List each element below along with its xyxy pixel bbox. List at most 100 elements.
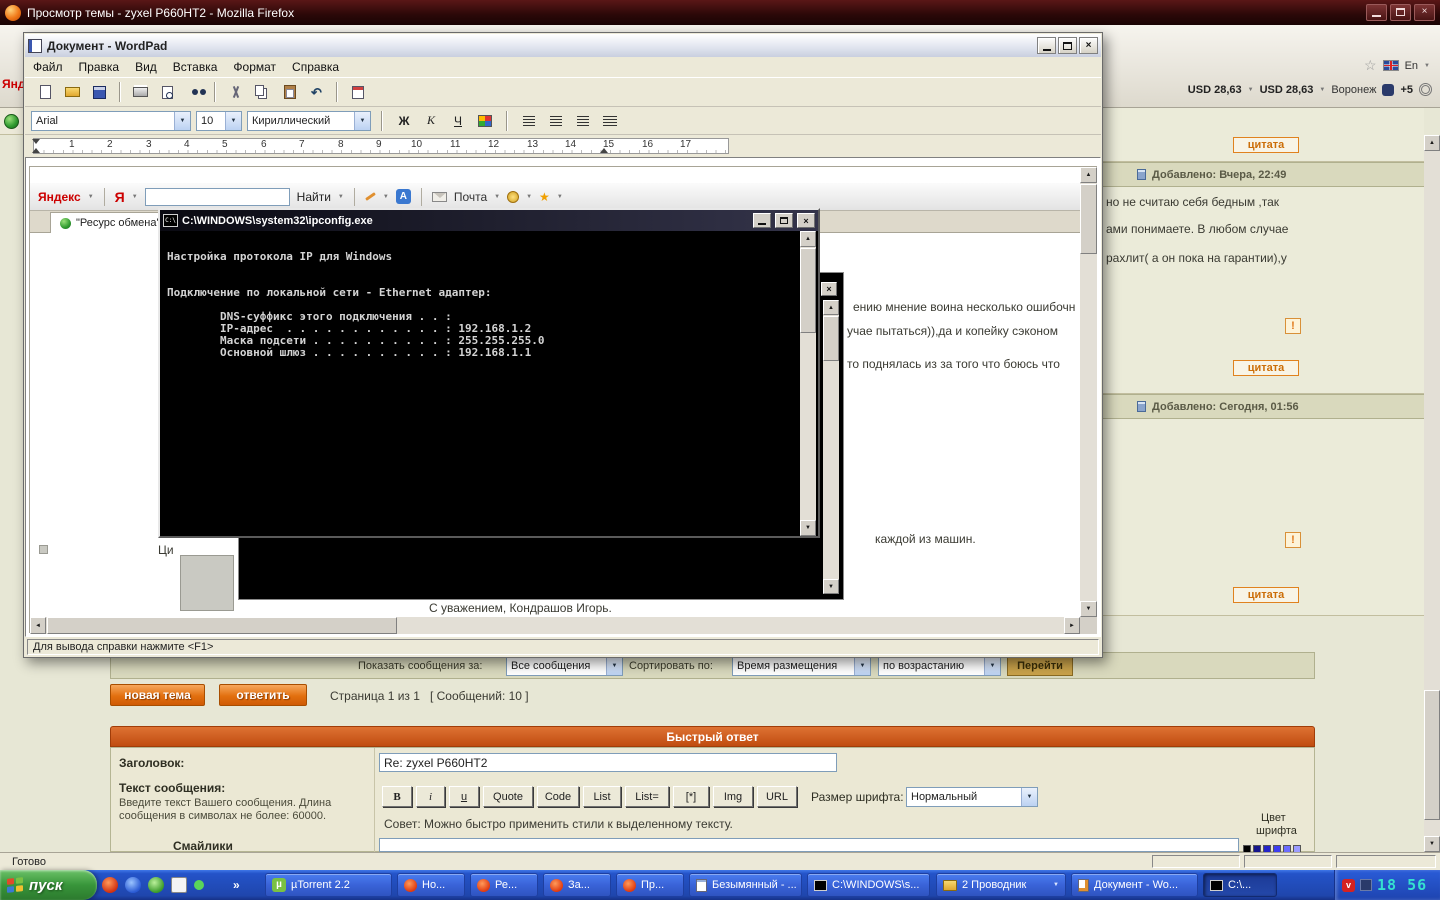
reply-button[interactable]: ответить <box>219 684 307 706</box>
taskbar-item-utorrent[interactable]: µ µTorrent 2.2 <box>265 873 392 897</box>
page-scrollbar[interactable]: ▲ ▼ <box>1424 135 1440 852</box>
scroll-up-button[interactable]: ▲ <box>1080 167 1097 183</box>
scroll-left-button[interactable]: ◄ <box>30 617 46 634</box>
console-titlebar[interactable]: C:\ C:\WINDOWS\system32\ipconfig.exe × <box>160 210 818 231</box>
mail-icon[interactable] <box>432 192 447 202</box>
bb-bold-button[interactable]: B <box>382 786 412 807</box>
sort-select[interactable]: Время размещения ▼ <box>732 656 871 676</box>
menu-file[interactable]: Файл <box>25 60 71 74</box>
language-flag-icon[interactable] <box>1383 60 1399 71</box>
order-select[interactable]: по возрастанию ▼ <box>878 656 1001 676</box>
start-button[interactable]: пуск <box>0 870 97 900</box>
bullets-button[interactable] <box>599 111 621 131</box>
align-left-button[interactable] <box>518 111 540 131</box>
scroll-right-button[interactable]: ► <box>1064 617 1080 634</box>
maximize-button[interactable] <box>1058 37 1077 54</box>
quicklaunch-green-icon[interactable] <box>148 877 164 893</box>
console-output-area[interactable]: Настройка протокола IP для Windows Подкл… <box>160 231 818 536</box>
favorites-star-icon[interactable]: ★ <box>539 191 550 203</box>
quote-button[interactable]: цитата <box>1233 587 1299 603</box>
print-preview-button[interactable] <box>155 80 180 104</box>
usd-rate-1[interactable]: USD 28,63 <box>1188 84 1242 96</box>
language-label[interactable]: En <box>1405 60 1418 72</box>
maximize-button[interactable] <box>775 213 793 228</box>
taskbar-item-opera-1[interactable]: Но... <box>397 873 465 897</box>
mail-label[interactable]: Почта <box>454 190 487 204</box>
indent-marker[interactable] <box>32 148 40 153</box>
chevron-down-icon[interactable]: ▼ <box>338 194 344 200</box>
subject-input[interactable]: Re: zyxel P660HT2 <box>379 753 837 772</box>
font-size-combo[interactable]: 10 ▼ <box>196 111 242 131</box>
bb-url-button[interactable]: URL <box>757 786 797 807</box>
search-input[interactable] <box>145 188 290 206</box>
chevron-down-icon[interactable]: ▼ <box>1319 87 1325 93</box>
scroll-down-button[interactable]: ▼ <box>823 579 839 594</box>
scroll-up-button[interactable]: ▲ <box>1424 135 1440 151</box>
menu-insert[interactable]: Вставка <box>165 60 226 74</box>
copy-button[interactable] <box>250 80 275 104</box>
chevron-down-icon[interactable]: ▼ <box>494 194 500 200</box>
chevron-down-icon[interactable]: ▼ <box>557 194 563 200</box>
close-button[interactable]: × <box>797 213 815 228</box>
taskbar-item-opera-2[interactable]: Ре... <box>470 873 538 897</box>
quicklaunch-opera-icon[interactable] <box>102 877 118 893</box>
antivirus-tray-icon[interactable]: v <box>1342 879 1355 892</box>
bb-img-button[interactable]: Img <box>713 786 753 807</box>
bold-button[interactable]: Ж <box>393 111 415 131</box>
charset-combo[interactable]: Кириллический ▼ <box>247 111 371 131</box>
money-icon[interactable] <box>507 191 519 203</box>
scroll-down-button[interactable]: ▼ <box>800 520 816 536</box>
yandex-menu[interactable]: Яндекс <box>38 190 81 204</box>
chevron-down-icon[interactable]: ▼ <box>1248 87 1254 93</box>
quicklaunch-dot-icon[interactable] <box>194 880 204 890</box>
new-document-button[interactable] <box>33 80 58 104</box>
bb-listitem-button[interactable]: [*] <box>673 786 709 807</box>
bb-list-button[interactable]: List <box>583 786 621 807</box>
new-topic-button[interactable]: новая тема <box>110 684 205 706</box>
minimize-button[interactable] <box>753 213 771 228</box>
quote-button[interactable]: цитата <box>1233 360 1299 376</box>
datetime-button[interactable] <box>345 80 370 104</box>
quicklaunch-notes-icon[interactable] <box>171 877 187 893</box>
tray-icon[interactable] <box>1360 879 1372 891</box>
taskbar-item-cmd-window[interactable]: C:\WINDOWS\s... <box>807 873 930 897</box>
embedded-hscrollbar[interactable]: ◄ ► <box>30 617 1080 634</box>
city-label[interactable]: Воронеж <box>1331 84 1376 96</box>
menu-help[interactable]: Справка <box>284 60 347 74</box>
message-textarea[interactable] <box>379 838 1239 852</box>
scroll-down-button[interactable]: ▼ <box>1080 601 1097 617</box>
close-button[interactable]: × <box>1414 4 1435 21</box>
undo-button[interactable]: ↶ <box>304 80 329 104</box>
bb-quote-button[interactable]: Quote <box>483 786 533 807</box>
chevron-down-icon[interactable]: ▼ <box>88 194 94 200</box>
tab-resource-exchange[interactable]: "Ресурс обмена" <box>50 212 170 233</box>
align-right-button[interactable] <box>572 111 594 131</box>
search-button[interactable]: Найти <box>297 190 331 204</box>
menu-view[interactable]: Вид <box>127 60 165 74</box>
maximize-button[interactable] <box>1390 4 1411 21</box>
font-family-combo[interactable]: Arial ▼ <box>31 111 191 131</box>
open-button[interactable] <box>60 80 85 104</box>
usd-rate-2[interactable]: USD 28,63 <box>1260 84 1314 96</box>
quick-access-icon[interactable] <box>4 114 19 129</box>
taskbar-item-opera-4[interactable]: Пр... <box>616 873 684 897</box>
show-posts-select[interactable]: Все сообщения ▼ <box>506 656 623 676</box>
cut-button[interactable] <box>223 80 248 104</box>
scroll-thumb[interactable] <box>823 316 839 361</box>
taskbar-item-cmd-active[interactable]: C:\... <box>1203 873 1277 897</box>
bb-listeq-button[interactable]: List= <box>625 786 669 807</box>
translate-icon[interactable]: А <box>396 189 411 204</box>
go-button[interactable]: Перейти <box>1007 656 1073 676</box>
chevron-down-icon[interactable]: ▼ <box>383 194 389 200</box>
taskbar-item-wordpad[interactable]: Документ - Wo... <box>1071 873 1198 897</box>
scroll-up-button[interactable]: ▲ <box>823 300 839 315</box>
save-button[interactable] <box>87 80 112 104</box>
scroll-up-button[interactable]: ▲ <box>800 231 816 247</box>
bb-italic-button[interactable]: i <box>416 786 445 807</box>
ya-logo[interactable]: Я <box>115 189 125 205</box>
scroll-thumb[interactable] <box>1424 690 1440 820</box>
scroll-thumb[interactable] <box>47 617 397 634</box>
bookmark-star-icon[interactable]: ☆ <box>1364 57 1377 74</box>
close-button[interactable]: × <box>821 282 837 296</box>
underline-button[interactable]: Ч <box>447 111 469 131</box>
